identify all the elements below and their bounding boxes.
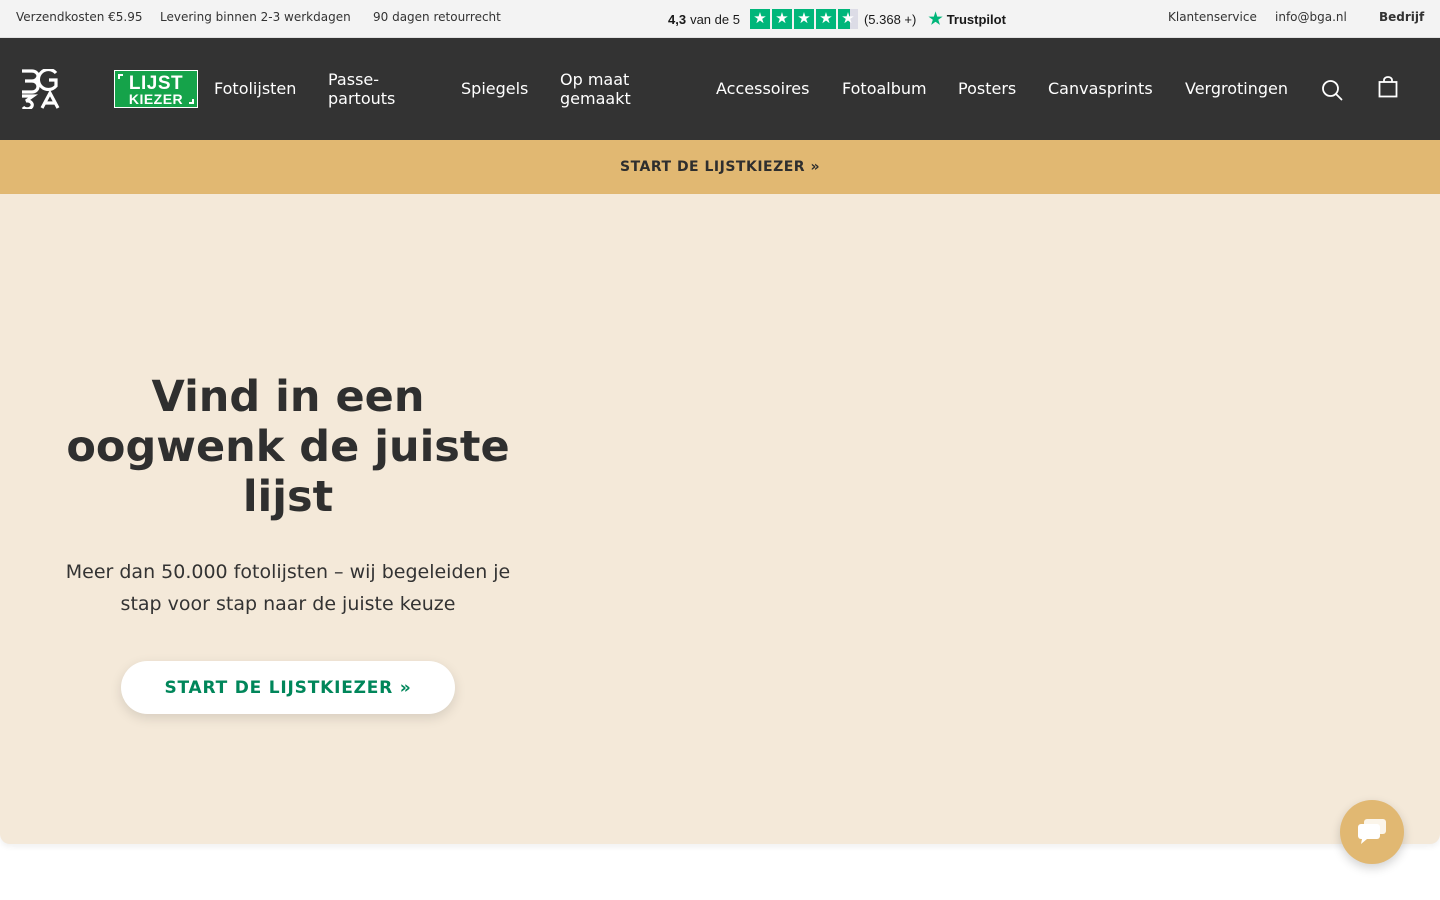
start-lijstkiezer-button[interactable]: START DE LIJSTKIEZER »: [121, 661, 455, 714]
nav-op-maat[interactable]: Op maat gemaakt: [560, 70, 660, 108]
trustpilot-star-icon: ★: [928, 11, 943, 28]
nav-accessoires[interactable]: Accessoires: [716, 79, 809, 98]
link-klantenservice[interactable]: Klantenservice: [1168, 10, 1257, 24]
nav-fotolijsten[interactable]: Fotolijsten: [214, 79, 296, 98]
chat-button[interactable]: [1340, 800, 1404, 864]
cart-icon[interactable]: [1378, 76, 1398, 98]
lijstkiezer-announcement-bar[interactable]: START DE LIJSTKIEZER »: [0, 140, 1440, 194]
nav-posters[interactable]: Posters: [958, 79, 1016, 98]
trustpilot-stars: ★ ★ ★ ★ ★: [749, 9, 858, 29]
trustpilot-score-suffix: van de 5: [690, 11, 740, 27]
hero-section: Vind in een oogwenk de juiste lijst Meer…: [0, 194, 1440, 844]
search-icon[interactable]: [1321, 79, 1343, 101]
trustpilot-brand: Trustpilot: [946, 11, 1006, 27]
trustpilot-count: (5.368 +): [863, 11, 917, 27]
lijstkiezer-logo[interactable]: LIJST KIEZER: [114, 70, 198, 108]
top-bar: Verzendkosten €5.95 Levering binnen 2-3 …: [0, 0, 1440, 38]
nav-passe-partouts[interactable]: Passe-partouts: [328, 70, 428, 108]
usp-shipping: Verzendkosten €5.95: [16, 10, 143, 24]
star-icon: ★: [771, 9, 792, 29]
nav-canvasprints[interactable]: Canvasprints: [1048, 79, 1153, 98]
link-bedrijf[interactable]: Bedrijf: [1379, 10, 1424, 24]
star-half-icon: ★: [837, 9, 858, 29]
nav-vergrotingen[interactable]: Vergrotingen: [1185, 79, 1288, 98]
trustpilot-logo: ★ Trustpilot: [928, 9, 1006, 29]
bga-logo-icon[interactable]: [20, 69, 62, 109]
star-icon: ★: [815, 9, 836, 29]
trustpilot-widget[interactable]: 4,3 van de 5 ★ ★ ★ ★ ★ (5.368 +) ★ Trust…: [668, 8, 1006, 30]
nav-fotoalbum[interactable]: Fotoalbum: [842, 79, 927, 98]
hero-title: Vind in een oogwenk de juiste lijst: [66, 372, 510, 522]
hero-subtitle: Meer dan 50.000 fotolijsten – wij begele…: [65, 561, 511, 615]
link-email[interactable]: info@bga.nl: [1275, 10, 1347, 24]
chat-icon: [1358, 819, 1386, 844]
star-icon: ★: [793, 9, 814, 29]
nav-spiegels[interactable]: Spiegels: [461, 79, 528, 98]
main-nav: LIJST KIEZER Fotolijsten Passe-partouts …: [0, 38, 1440, 140]
trustpilot-score: 4,3: [668, 11, 687, 27]
usp-delivery: Levering binnen 2-3 werkdagen: [160, 10, 351, 24]
usp-returns: 90 dagen retourrecht: [373, 10, 501, 24]
lijstkiezer-logo-line2: KIEZER: [128, 91, 184, 107]
star-icon: ★: [749, 9, 770, 29]
